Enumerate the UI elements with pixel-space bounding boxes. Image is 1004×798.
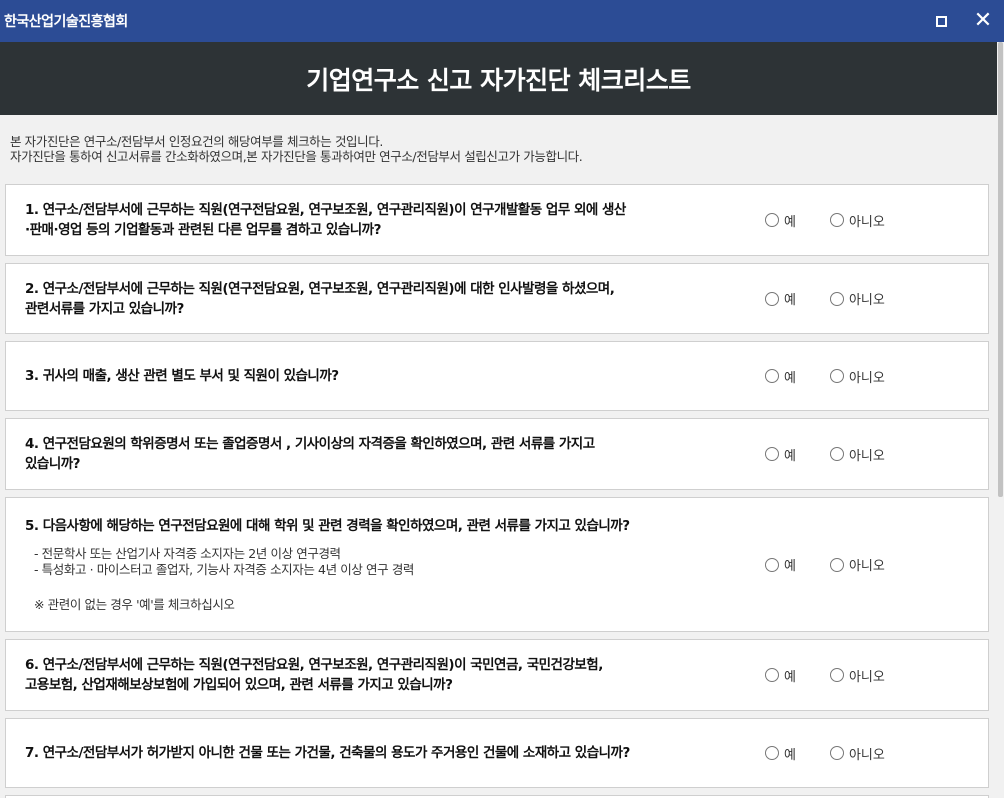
question-subitems: - 전문학사 또는 산업기사 자격증 소지자는 2년 이상 연구경력 - 특성화… [25, 546, 715, 578]
q5-no-option[interactable]: 아니오 [829, 555, 885, 574]
window-controls: ✕ [920, 0, 1004, 42]
question-text: 7. 연구소/전담부서가 허가받지 아니한 건물 또는 가건물, 건축물의 용도… [25, 745, 630, 761]
radio-button[interactable] [765, 213, 779, 227]
question-text: 관련서류를 가지고 있습니까? [25, 300, 184, 317]
question-4: 4. 연구전담요원의 학위증명서 또는 졸업증명서 , 기사이상의 자격증을 확… [5, 418, 989, 490]
subitem: - 전문학사 또는 산업기사 자격증 소지자는 2년 이상 연구경력 [34, 546, 341, 561]
close-icon: ✕ [973, 8, 993, 33]
intro-line: 본 자가진단은 연구소/전담부서 인정요건의 해당여부를 체크하는 것입니다. [10, 134, 383, 149]
intro-text: 본 자가진단은 연구소/전담부서 인정요건의 해당여부를 체크하는 것입니다. … [0, 115, 997, 164]
q3-yes-option[interactable]: 예 [765, 367, 796, 386]
question-text: 4. 연구전담요원의 학위증명서 또는 졸업증명서 , 기사이상의 자격증을 확… [25, 436, 595, 452]
q6-yes-option[interactable]: 예 [765, 666, 796, 685]
q4-no-option[interactable]: 아니오 [829, 445, 885, 464]
close-button[interactable]: ✕ [962, 0, 1004, 42]
q6-no-option[interactable]: 아니오 [829, 666, 885, 685]
maximize-button[interactable] [920, 0, 962, 42]
question-text: 5. 다음사항에 해당하는 연구전담요원에 대해 학위 및 관련 경력을 확인하… [25, 518, 630, 534]
page-header: 기업연구소 신고 자가진단 체크리스트 [0, 42, 997, 115]
question-text: 1. 연구소/전담부서에 근무하는 직원(연구전담요원, 연구보조원, 연구관리… [25, 202, 626, 218]
title-bar: 한국산업기술진흥협회 ✕ [0, 0, 1004, 42]
q5-yes-option[interactable]: 예 [765, 555, 796, 574]
answer-options: 예 아니오 [765, 342, 919, 410]
radio-button[interactable] [765, 291, 779, 306]
question-7: 7. 연구소/전담부서가 허가받지 아니한 건물 또는 가건물, 건축물의 용도… [5, 718, 989, 788]
scrollbar-thumb[interactable] [998, 42, 1003, 497]
answer-options: 예 아니오 [765, 264, 919, 333]
radio-button[interactable] [765, 369, 779, 383]
page-title: 기업연구소 신고 자가진단 체크리스트 [306, 65, 691, 95]
radio-button[interactable] [765, 746, 779, 760]
question-6: 6. 연구소/전담부서에 근무하는 직원(연구전담요원, 연구보조원, 연구관리… [5, 639, 989, 711]
q2-no-option[interactable]: 아니오 [829, 289, 885, 308]
radio-button[interactable] [829, 557, 844, 572]
answer-options: 예 아니오 [765, 185, 919, 255]
q7-no-option[interactable]: 아니오 [829, 744, 885, 763]
answer-options: 예 아니오 [765, 419, 919, 489]
q1-yes-option[interactable]: 예 [765, 211, 796, 230]
question-note: ※ 관련이 없는 경우 '예'를 체크하십시오 [34, 597, 235, 612]
question-2: 2. 연구소/전담부서에 근무하는 직원(연구전담요원, 연구보조원, 연구관리… [5, 263, 989, 334]
question-text: 있습니까? [25, 456, 81, 472]
subitem: - 특성화고 · 마이스터고 졸업자, 기능사 자격증 소지자는 4년 이상 연… [34, 562, 415, 577]
radio-button[interactable] [765, 668, 779, 682]
q1-no-option[interactable]: 아니오 [829, 211, 885, 230]
answer-options: 예 아니오 [765, 640, 919, 710]
question-3: 3. 귀사의 매출, 생산 관련 별도 부서 및 직원이 있습니까? 예 아니오 [5, 341, 989, 411]
window-title: 한국산업기술진흥협회 [4, 14, 128, 30]
vertical-scrollbar[interactable] [997, 42, 1004, 798]
checklist-content: 기업연구소 신고 자가진단 체크리스트 본 자가진단은 연구소/전담부서 인정요… [0, 42, 997, 798]
q3-no-option[interactable]: 아니오 [829, 367, 885, 386]
radio-button[interactable] [829, 668, 844, 682]
question-1: 1. 연구소/전담부서에 근무하는 직원(연구전담요원, 연구보조원, 연구관리… [5, 184, 989, 256]
q4-yes-option[interactable]: 예 [765, 445, 796, 464]
maximize-icon [935, 15, 947, 27]
question-text: 3. 귀사의 매출, 생산 관련 별도 부서 및 직원이 있습니까? [25, 368, 339, 384]
question-text: ·판매·영업 등의 기업활동과 관련된 다른 업무를 겸하고 있습니까? [25, 222, 381, 238]
q2-yes-option[interactable]: 예 [765, 289, 796, 308]
radio-button[interactable] [829, 369, 844, 383]
intro-line: 자가진단을 통하여 신고서류를 간소화하였으며,본 자가진단을 통과하여만 연구… [10, 149, 583, 164]
question-text: 2. 연구소/전담부서에 근무하는 직원(연구전담요원, 연구보조원, 연구관리… [25, 280, 615, 297]
q7-yes-option[interactable]: 예 [765, 744, 796, 763]
answer-options: 예 아니오 [765, 719, 919, 787]
question-text: 고용보험, 산업재해보상보험에 가입되어 있으며, 관련 서류를 가지고 있습니… [25, 677, 453, 693]
radio-button[interactable] [765, 447, 779, 461]
radio-button[interactable] [829, 746, 844, 760]
answer-options: 예 아니오 [765, 498, 919, 631]
radio-button[interactable] [829, 291, 844, 306]
radio-button[interactable] [829, 213, 844, 227]
radio-button[interactable] [765, 557, 779, 572]
question-5: 5. 다음사항에 해당하는 연구전담요원에 대해 학위 및 관련 경력을 확인하… [5, 497, 989, 632]
question-text: 6. 연구소/전담부서에 근무하는 직원(연구전담요원, 연구보조원, 연구관리… [25, 657, 603, 673]
radio-button[interactable] [829, 447, 844, 461]
